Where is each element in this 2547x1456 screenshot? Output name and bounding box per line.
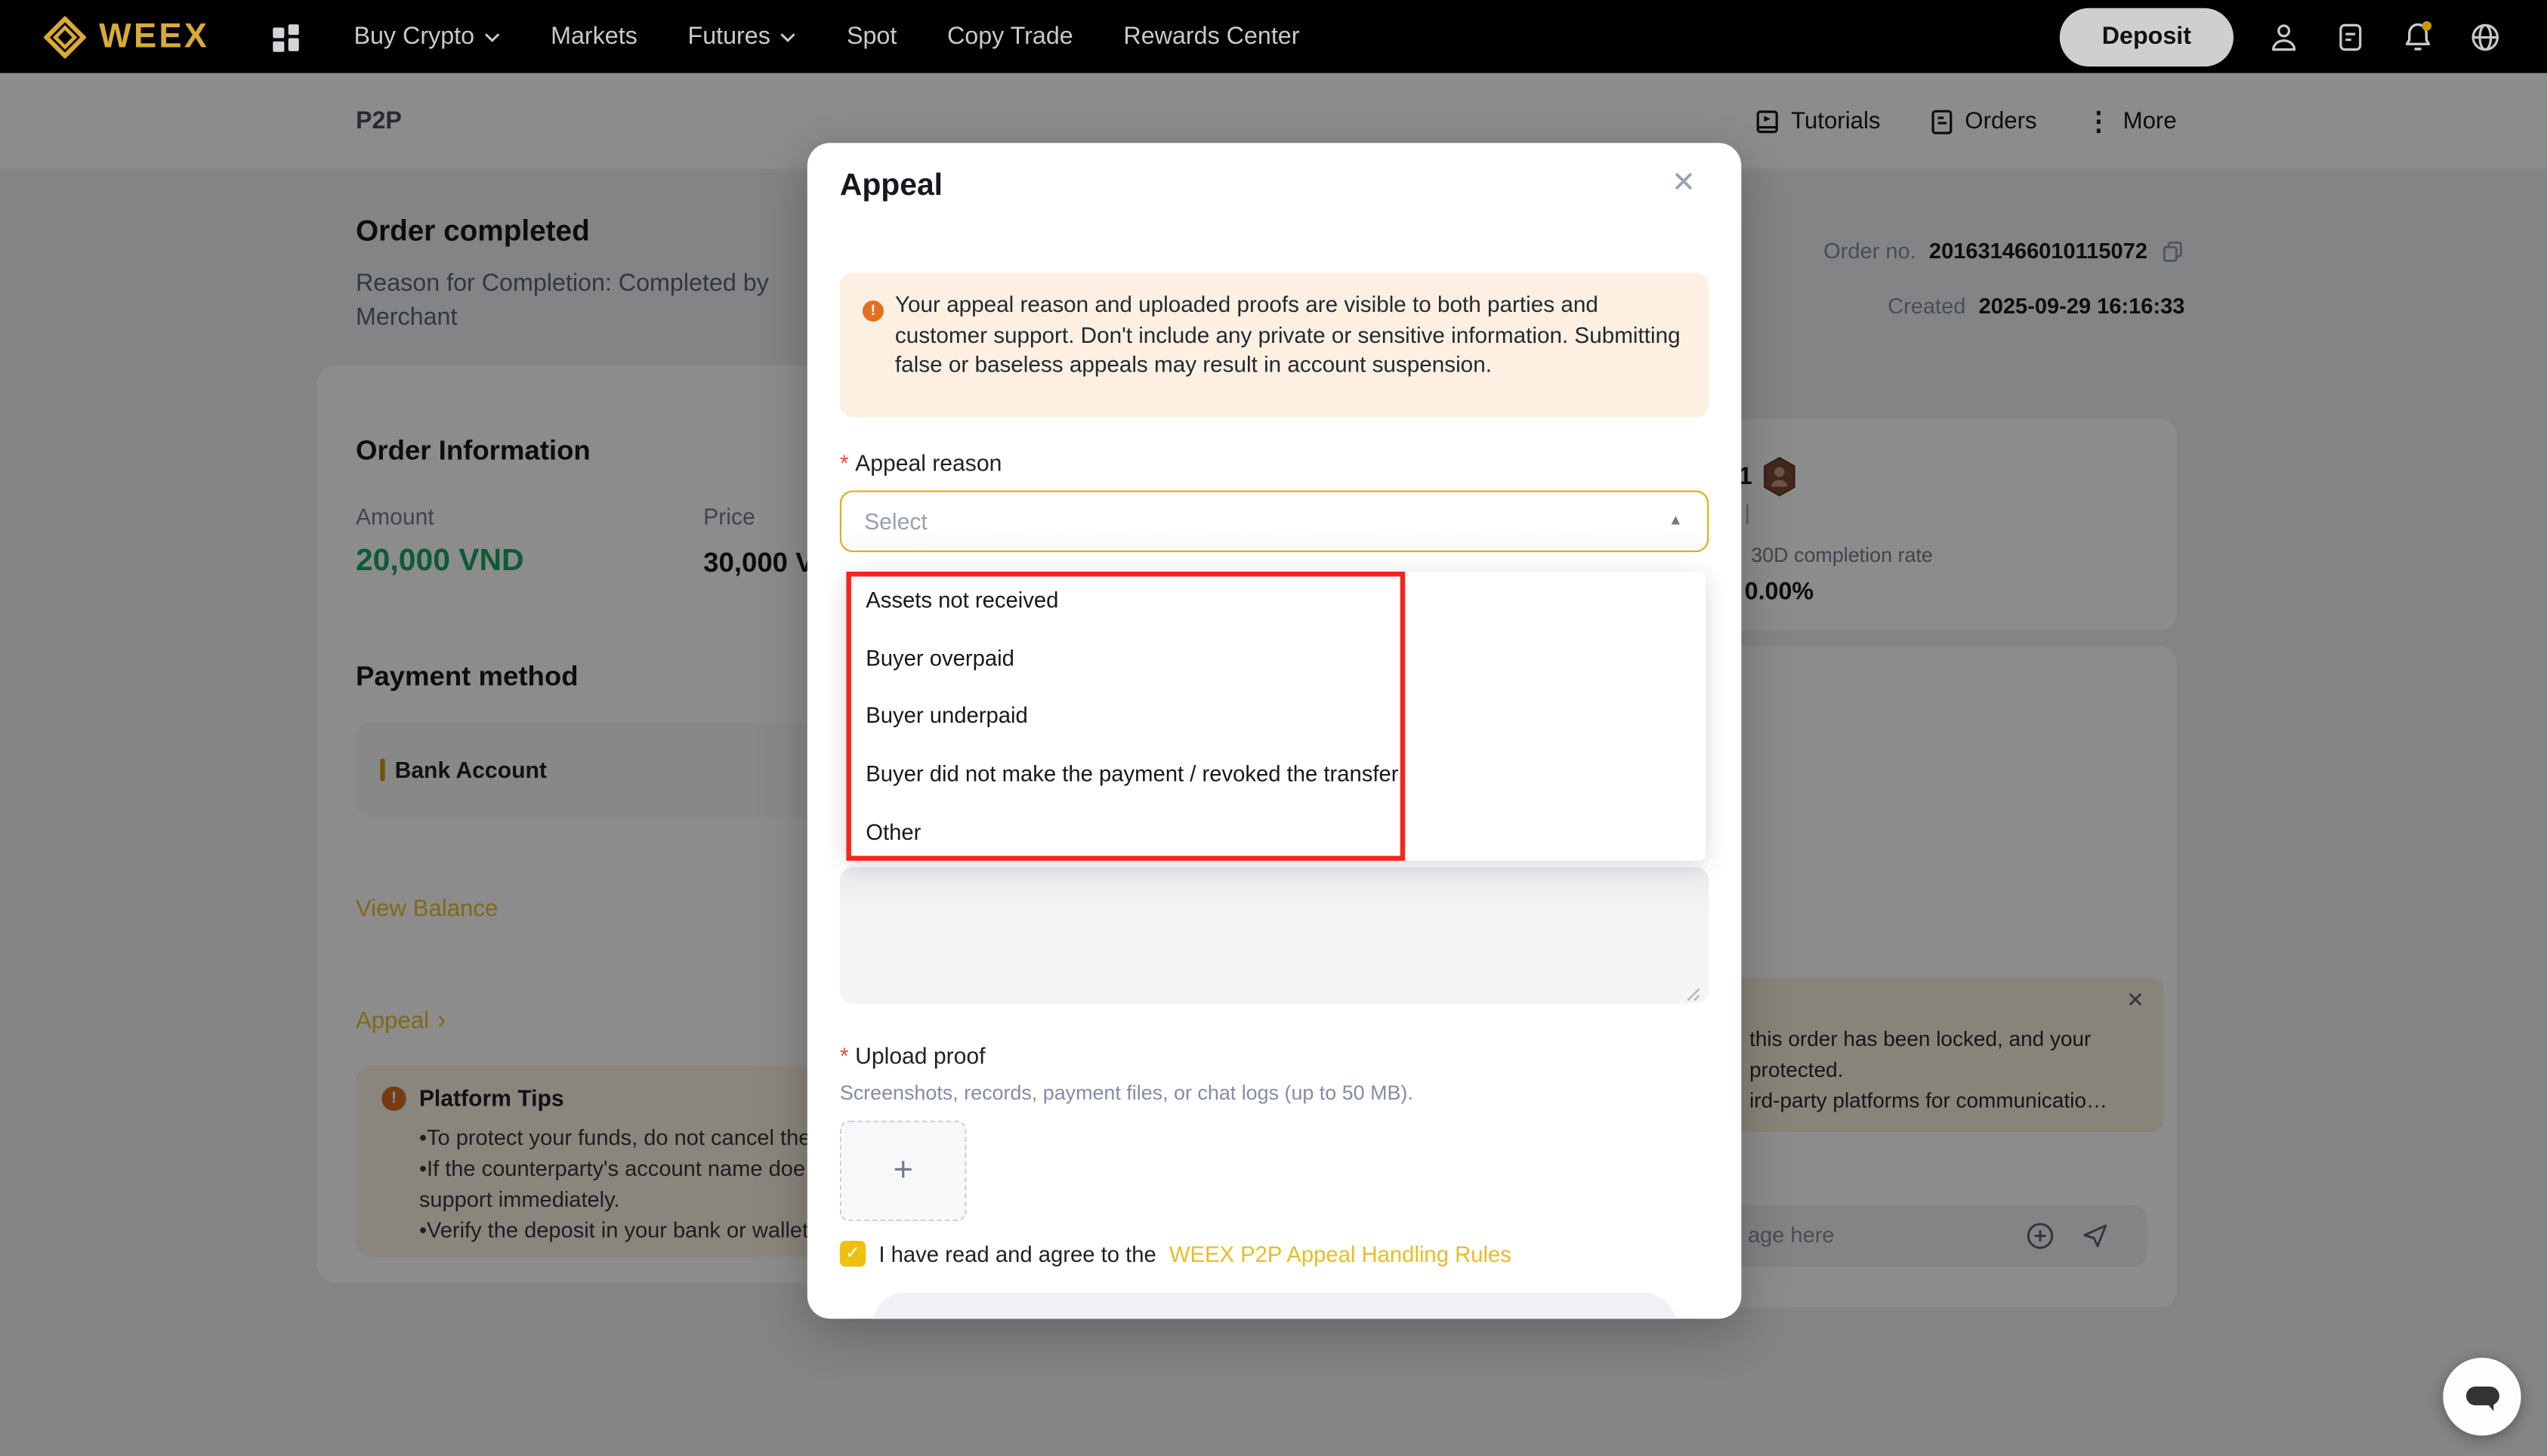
nav-item-copy-trade[interactable]: Copy Trade [947, 23, 1073, 51]
support-chat-icon[interactable] [2334, 20, 2366, 53]
brand-logo[interactable]: WEEX [44, 15, 209, 57]
dropdown-option[interactable]: Buyer overpaid [846, 630, 1706, 688]
dropdown-option[interactable]: Buyer did not make the payment / revoked… [846, 745, 1706, 804]
nav-item-buy-crypto[interactable]: Buy Crypto [353, 23, 500, 51]
nav-item-rewards-center[interactable]: Rewards Center [1123, 23, 1299, 51]
appeal-modal: Appeal ✕ ! Your appeal reason and upload… [807, 143, 1742, 1319]
globe-icon[interactable] [2469, 20, 2502, 53]
appeal-rules-link[interactable]: WEEX P2P Appeal Handling Rules [1169, 1242, 1511, 1266]
nav-label: Futures [688, 23, 770, 51]
nav-item-spot[interactable]: Spot [847, 23, 897, 51]
nav-label: Buy Crypto [353, 23, 474, 51]
agreement-row: ✓ I have read and agree to the WEEX P2P … [840, 1241, 1511, 1266]
chevron-down-icon [780, 32, 797, 42]
support-chat-fab[interactable] [2443, 1358, 2521, 1436]
appeal-reason-label: Appeal reason [855, 450, 1002, 476]
chevron-down-icon [484, 32, 501, 42]
appeal-reason-dropdown: Assets not received Buyer overpaid Buyer… [846, 572, 1706, 861]
nav-right: Deposit [2060, 8, 2547, 66]
agree-checkbox[interactable]: ✓ [840, 1241, 866, 1266]
chat-bubble-icon [2456, 1371, 2508, 1423]
nav-item-futures[interactable]: Futures [688, 23, 797, 51]
nav-label: Copy Trade [947, 23, 1073, 51]
info-icon: ! [863, 301, 884, 322]
close-icon[interactable]: ✕ [1672, 165, 1696, 199]
required-asterisk: * [840, 450, 849, 476]
plus-icon: + [893, 1152, 912, 1191]
nav-label: Spot [847, 23, 897, 51]
dropdown-option[interactable]: Other [846, 803, 1706, 861]
nav-label: Markets [551, 23, 638, 51]
dropdown-option[interactable]: Assets not received [846, 572, 1706, 630]
user-icon[interactable] [2268, 20, 2300, 53]
notification-dot [2422, 21, 2431, 31]
appeal-reason-label-row: *Appeal reason [840, 450, 1002, 476]
dropdown-option[interactable]: Buyer underpaid [846, 687, 1706, 745]
upload-proof-hint: Screenshots, records, payment files, or … [840, 1081, 1413, 1104]
select-placeholder: Select [864, 508, 928, 534]
upload-proof-button[interactable]: + [840, 1121, 967, 1221]
bell-icon[interactable] [2400, 20, 2434, 54]
deposit-button[interactable]: Deposit [2060, 8, 2234, 66]
resize-handle-icon[interactable] [1684, 981, 1701, 1010]
apps-grid-icon[interactable] [271, 22, 301, 51]
required-asterisk: * [840, 1043, 849, 1069]
nav-links: Buy Crypto Markets Futures Spot Copy Tra… [353, 23, 1299, 51]
modal-title: Appeal [840, 169, 943, 205]
nav-item-markets[interactable]: Markets [551, 23, 638, 51]
nav-label: Rewards Center [1123, 23, 1299, 51]
appeal-description-textarea[interactable] [840, 867, 1709, 1004]
upload-proof-label-row: *Upload proof [840, 1043, 986, 1069]
submit-button[interactable] [872, 1293, 1677, 1319]
appeal-warning-box: ! Your appeal reason and uploaded proofs… [840, 273, 1709, 417]
upload-proof-label: Upload proof [855, 1043, 985, 1069]
appeal-warning-text: Your appeal reason and uploaded proofs a… [895, 291, 1684, 382]
brand-name: WEEX [99, 17, 209, 57]
caret-up-icon: ▲ [1669, 511, 1683, 528]
agree-text: I have read and agree to the [878, 1242, 1156, 1266]
navbar: WEEX Buy Crypto Markets Futures Spot Cop… [0, 0, 2547, 73]
appeal-reason-select[interactable]: Select ▲ [840, 490, 1709, 552]
weex-logo-icon [44, 15, 86, 57]
page: WEEX Buy Crypto Markets Futures Spot Cop… [0, 0, 2547, 1456]
